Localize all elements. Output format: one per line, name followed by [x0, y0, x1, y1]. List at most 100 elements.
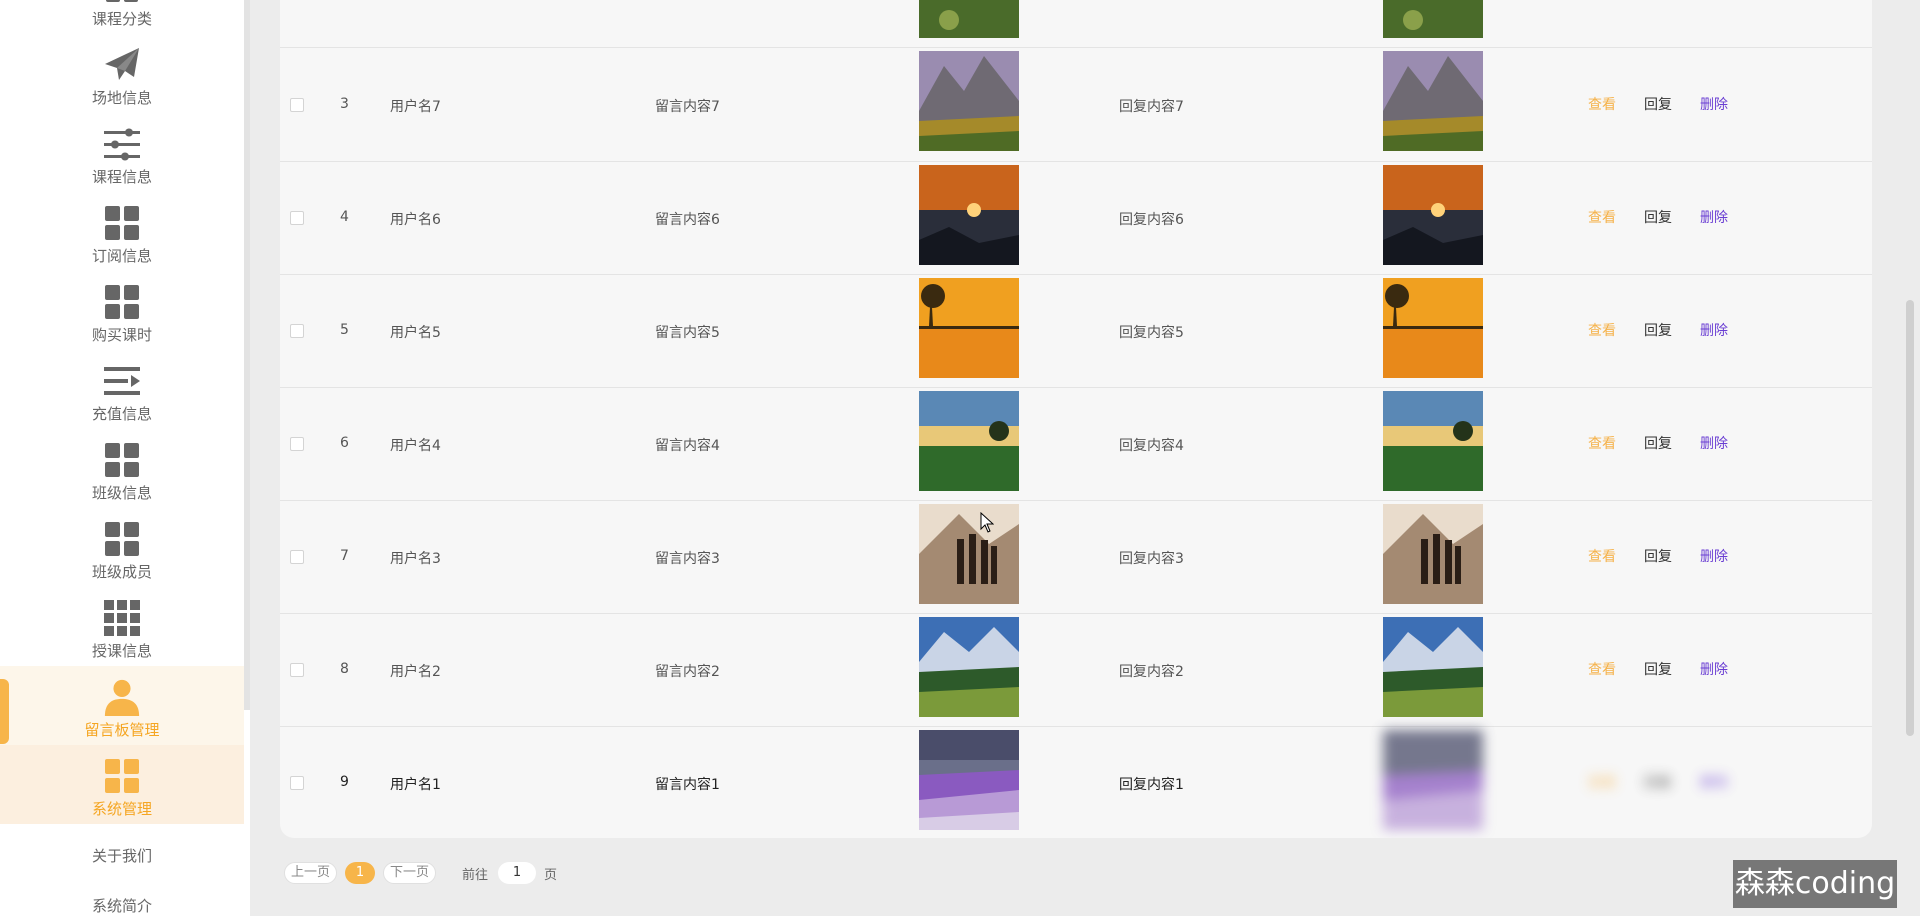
row-index: 4 [340, 209, 349, 225]
message-table: 3 用户名7 留言内容7 回复内容7 查看 回复 删除 4 用户名6 留言内容6… [280, 0, 1872, 838]
message-image[interactable] [919, 504, 1019, 604]
sidebar-item-label: 订阅信息 [91, 247, 152, 265]
reply-button[interactable]: 回复 [1644, 772, 1672, 792]
row-message: 留言内容5 [655, 325, 720, 341]
view-button[interactable]: 查看 [1588, 320, 1616, 340]
sidebar-item-message-board[interactable]: 留言板管理 [0, 666, 244, 745]
table-row: 3 用户名7 留言内容7 回复内容7 查看 回复 删除 [280, 49, 1872, 162]
delete-button[interactable]: 删除 [1700, 94, 1728, 114]
row-checkbox[interactable] [290, 663, 304, 677]
reply-button[interactable]: 回复 [1644, 546, 1672, 566]
delete-button[interactable]: 删除 [1700, 772, 1728, 792]
grid-icon [103, 0, 141, 5]
row-message: 留言内容7 [655, 99, 720, 115]
row-checkbox[interactable] [290, 211, 304, 225]
message-image[interactable] [919, 730, 1019, 830]
sidebar-item-label: 课程分类 [91, 10, 152, 28]
view-button[interactable]: 查看 [1588, 207, 1616, 227]
row-index: 8 [340, 661, 349, 677]
sidebar-item-purchase-hours[interactable]: 购买课时 [0, 271, 244, 350]
view-button[interactable]: 查看 [1588, 659, 1616, 679]
row-checkbox[interactable] [290, 324, 304, 338]
message-image[interactable] [919, 278, 1019, 378]
reply-button[interactable]: 回复 [1644, 659, 1672, 679]
delete-button[interactable]: 删除 [1700, 207, 1728, 227]
sidebar-item-course-category[interactable]: 课程分类 [0, 0, 244, 34]
reply-image[interactable] [1383, 165, 1483, 265]
goto-page-input[interactable]: 1 [498, 862, 536, 884]
sidebar-item-label: 系统管理 [91, 800, 152, 818]
table-row: 5 用户名5 留言内容5 回复内容5 查看 回复 删除 [280, 275, 1872, 388]
row-index: 9 [340, 774, 349, 790]
grid-icon [103, 441, 141, 479]
reply-image[interactable] [1383, 278, 1483, 378]
reply-button[interactable]: 回复 [1644, 433, 1672, 453]
row-checkbox[interactable] [290, 437, 304, 451]
delete-button[interactable]: 删除 [1700, 433, 1728, 453]
sidebar-item-label: 购买课时 [91, 326, 152, 344]
row-index: 6 [340, 435, 349, 451]
message-image[interactable] [919, 617, 1019, 717]
sidebar-subitem-about-us[interactable]: 关于我们 [0, 845, 244, 866]
row-username: 用户名1 [390, 777, 441, 793]
reply-image[interactable] [1383, 51, 1483, 151]
sidebar-item-class-info[interactable]: 班级信息 [0, 429, 244, 508]
message-image[interactable] [919, 51, 1019, 151]
sidebar-item-venue[interactable]: 场地信息 [0, 34, 244, 113]
page-scrollbar[interactable] [1906, 300, 1914, 736]
row-checkbox[interactable] [290, 550, 304, 564]
sidebar-item-label: 课程信息 [91, 168, 152, 186]
current-page[interactable]: 1 [345, 862, 375, 884]
row-reply: 回复内容4 [1119, 438, 1184, 454]
message-image[interactable] [919, 165, 1019, 265]
view-button[interactable]: 查看 [1588, 433, 1616, 453]
sidebar-scrollbar[interactable] [244, 0, 250, 710]
delete-button[interactable]: 删除 [1700, 546, 1728, 566]
grid-icon [103, 283, 141, 321]
row-username: 用户名3 [390, 551, 441, 567]
row-reply: 回复内容3 [1119, 551, 1184, 567]
view-button[interactable]: 查看 [1588, 94, 1616, 114]
sidebar-subitem-system-intro[interactable]: 系统简介 [0, 895, 244, 916]
sidebar-item-teaching[interactable]: 授课信息 [0, 587, 244, 666]
reply-button[interactable]: 回复 [1644, 94, 1672, 114]
delete-button[interactable]: 删除 [1700, 659, 1728, 679]
sidebar-item-class-members[interactable]: 班级成员 [0, 508, 244, 587]
grid-icon [103, 204, 141, 242]
row-checkbox[interactable] [290, 776, 304, 790]
reply-image[interactable] [1383, 617, 1483, 717]
reply-image[interactable] [1383, 504, 1483, 604]
reply-button[interactable]: 回复 [1644, 207, 1672, 227]
active-indicator [0, 679, 9, 744]
row-index: 5 [340, 322, 349, 338]
watermark: 森森coding [1733, 860, 1897, 908]
row-reply: 回复内容6 [1119, 212, 1184, 228]
sidebar-item-recharge[interactable]: 充值信息 [0, 350, 244, 429]
table-row: 9 用户名1 留言内容1 回复内容1 查看 回复 删除 [280, 727, 1872, 838]
sidebar-item-label: 场地信息 [91, 89, 152, 107]
table-row: 8 用户名2 留言内容2 回复内容2 查看 回复 删除 [280, 614, 1872, 727]
reply-image[interactable] [1383, 391, 1483, 491]
sidebar-item-system-management[interactable]: 系统管理 [0, 745, 244, 824]
view-button[interactable]: 查看 [1588, 546, 1616, 566]
row-reply: 回复内容7 [1119, 99, 1184, 115]
sidebar-item-course-info[interactable]: 课程信息 [0, 113, 244, 192]
table-row: 4 用户名6 留言内容6 回复内容6 查看 回复 删除 [280, 162, 1872, 275]
prev-page-button[interactable]: 上一页 [284, 862, 338, 884]
row-message: 留言内容3 [655, 551, 720, 567]
next-page-button[interactable]: 下一页 [383, 862, 437, 884]
table-row [280, 0, 1872, 48]
sidebar-item-subscription[interactable]: 订阅信息 [0, 192, 244, 271]
message-image[interactable] [919, 391, 1019, 491]
row-message: 留言内容1 [655, 777, 720, 793]
grid-icon [103, 757, 141, 795]
goto-prefix: 前往 [462, 868, 489, 883]
view-button[interactable]: 查看 [1588, 772, 1616, 792]
delete-button[interactable]: 删除 [1700, 320, 1728, 340]
reply-image[interactable] [1383, 730, 1483, 830]
reply-button[interactable]: 回复 [1644, 320, 1672, 340]
row-checkbox[interactable] [290, 98, 304, 112]
grid-icon [103, 520, 141, 558]
row-index: 7 [340, 548, 349, 564]
reply-image [1383, 0, 1483, 38]
